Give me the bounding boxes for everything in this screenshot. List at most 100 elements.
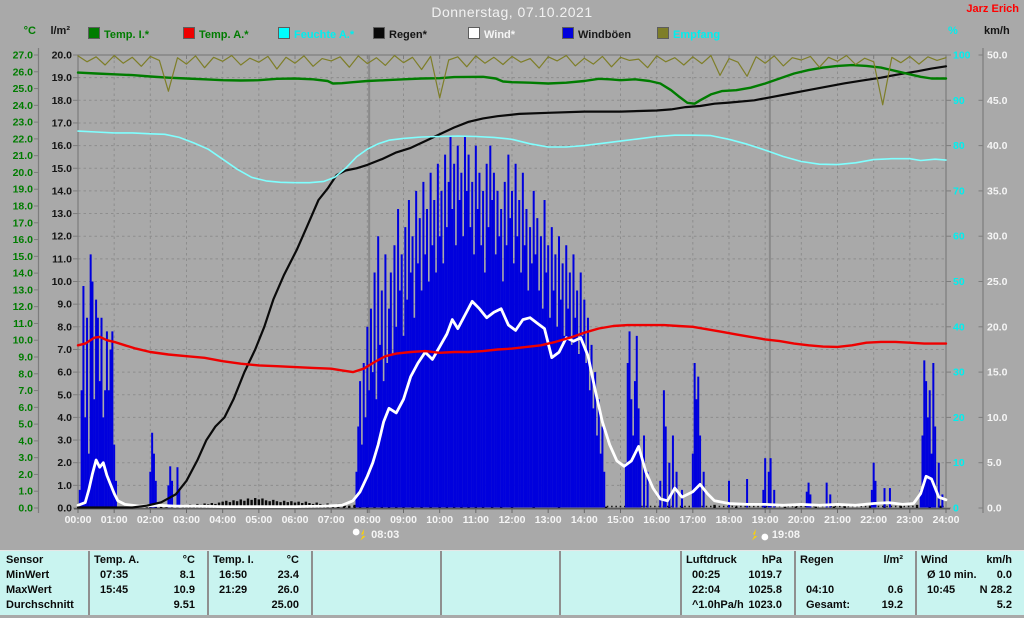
table-cell-value: 25.00	[271, 599, 299, 611]
celsius-tick-label: 23.0	[13, 117, 34, 129]
rain-tick-label: 2.0	[57, 457, 72, 469]
rain-tick-label: 3.0	[57, 435, 72, 447]
weather-chart-svg: 27.0 26.0 25.0 24.0 23.0 22.0 21.0 20.0 19.0 18.0…	[13, 48, 1008, 541]
time-tick-label: 06:00	[282, 514, 309, 526]
celsius-tick-label: 18.0	[13, 201, 34, 213]
sunrise-marker-time-label: 08:03	[371, 529, 399, 541]
sunset-icon	[761, 533, 769, 541]
table-row-label: Sensor	[6, 554, 44, 566]
time-tick-label: 22:00	[860, 514, 887, 526]
humidity-tick-label: 10	[953, 457, 965, 469]
celsius-tick-label: 17.0	[13, 217, 34, 229]
table-cell-value: 1023.0	[748, 599, 782, 611]
table-cell-value: 10.9	[173, 584, 195, 596]
table-divider	[915, 551, 917, 615]
celsius-tick-label: 26.0	[13, 66, 34, 78]
time-tick-label: 04:00	[209, 514, 236, 526]
humidity-tick-label: 80	[953, 140, 965, 152]
celsius-tick-label: 3.0	[18, 452, 33, 464]
celsius-tick-label: 13.0	[13, 284, 34, 296]
celsius-tick-label: 19.0	[13, 184, 34, 196]
summary-table: Sensor MinWert MaxWert Durchschnitt Temp. A.…	[0, 550, 1024, 615]
rain-tick-label: 11.0	[52, 253, 72, 265]
rain-intensity-bar	[348, 505, 351, 508]
sun-ray-icon	[752, 529, 758, 541]
time-tick-label: 14:00	[571, 514, 598, 526]
rain-intensity-bar	[915, 504, 919, 508]
table-divider	[88, 551, 90, 615]
table-col-unit: °C	[182, 554, 195, 566]
wind-tick-label: 30.0	[987, 231, 1008, 243]
table-row-label: Durchschnitt	[6, 599, 74, 611]
time-tick-label: 16:00	[643, 514, 670, 526]
humidity-tick-label: 20	[953, 412, 965, 424]
time-tick-label: 21:00	[824, 514, 851, 526]
table-cell-value: 0.0	[996, 569, 1012, 581]
celsius-tick-label: 24.0	[13, 100, 34, 112]
celsius-tick-label: 27.0	[13, 50, 34, 62]
wind-tick-label: 15.0	[987, 367, 1008, 379]
time-tick-label: 03:00	[173, 514, 200, 526]
celsius-tick-label: 10.0	[13, 335, 34, 347]
table-cell-value: N 28.2	[979, 584, 1012, 596]
table-cell-value: 19.2	[881, 599, 903, 611]
humidity-tick-label: 30	[953, 367, 965, 379]
sunrise-icon	[352, 528, 360, 536]
wind-tick-label: 5.0	[987, 457, 1002, 469]
celsius-tick-label: 22.0	[13, 133, 34, 145]
table-divider	[680, 551, 682, 615]
rain-intensity-bar	[899, 505, 902, 508]
celsius-tick-label: 12.0	[13, 301, 34, 313]
rain-tick-label: 4.0	[57, 412, 72, 424]
rain-tick-label: 18.0	[52, 95, 73, 107]
sunset-marker-time-label: 19:08	[772, 529, 800, 541]
celsius-tick-label: 6.0	[18, 402, 33, 414]
weather-chart-screen: Donnerstag, 07.10.2021 Jarz Erich °C l/m…	[0, 0, 1024, 618]
rain-tick-label: 19.0	[52, 72, 73, 84]
wind-tick-label: 0.0	[987, 503, 1002, 515]
time-tick-label: 08:00	[354, 514, 381, 526]
table-col-unit: °C	[286, 554, 299, 566]
rain-tick-label: 7.0	[57, 344, 72, 356]
table-cell-value: 1025.8	[748, 584, 782, 596]
table-cell-value: 0.6	[887, 584, 903, 596]
sun-ray-icon	[360, 529, 366, 541]
table-divider	[794, 551, 796, 615]
celsius-tick-label: 5.0	[18, 419, 33, 431]
rain-tick-label: 5.0	[57, 389, 72, 401]
rain-tick-label: 16.0	[52, 140, 73, 152]
time-tick-label: 23:00	[896, 514, 923, 526]
humidity-tick-label: 60	[953, 231, 965, 243]
time-tick-label: 13:00	[535, 514, 562, 526]
rain-intensity-bar	[735, 506, 738, 508]
celsius-tick-label: 2.0	[18, 469, 33, 481]
series-feuchte-a-	[77, 130, 947, 184]
humidity-tick-label: 50	[953, 276, 965, 288]
time-tick-label: 24:00	[933, 514, 960, 526]
table-divider	[311, 551, 313, 615]
table-col-unit: km/h	[986, 554, 1012, 566]
celsius-tick-label: 1.0	[18, 486, 33, 498]
humidity-tick-label: 40	[953, 321, 965, 333]
celsius-tick-label: 20.0	[13, 167, 34, 179]
celsius-tick-label: 14.0	[13, 268, 34, 280]
time-tick-label: 05:00	[245, 514, 272, 526]
table-cell-value: 1019.7	[748, 569, 782, 581]
humidity-tick-label: 100	[953, 50, 971, 62]
celsius-tick-label: 15.0	[13, 251, 34, 263]
time-tick-label: 09:00	[390, 514, 417, 526]
celsius-tick-label: 9.0	[18, 352, 33, 364]
time-tick-label: 15:00	[607, 514, 634, 526]
sunset-marker	[752, 529, 769, 541]
humidity-tick-label: 0	[953, 503, 959, 515]
celsius-tick-label: 4.0	[18, 435, 33, 447]
humidity-tick-label: 70	[953, 185, 965, 197]
time-tick-label: 00:00	[65, 514, 92, 526]
time-tick-label: 10:00	[426, 514, 453, 526]
rain-tick-label: 15.0	[52, 163, 73, 175]
rain-intensity-bar	[832, 506, 836, 508]
wind-tick-label: 25.0	[987, 276, 1008, 288]
time-tick-label: 19:00	[752, 514, 779, 526]
wind-tick-label: 45.0	[987, 95, 1008, 107]
time-tick-label: 18:00	[716, 514, 743, 526]
